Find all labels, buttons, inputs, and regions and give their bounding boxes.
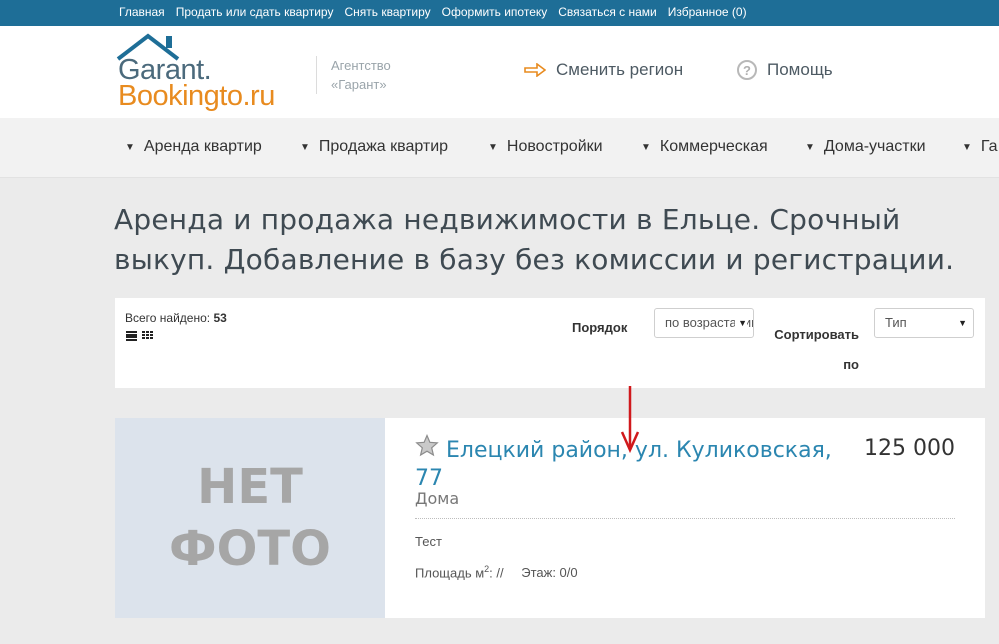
top-nav-favorites[interactable]: Избранное (0) bbox=[668, 5, 747, 19]
agency-line-2: «Гарант» bbox=[331, 77, 387, 92]
top-nav-rent[interactable]: Снять квартиру bbox=[344, 5, 430, 19]
area-label: Площадь м bbox=[415, 565, 485, 581]
view-switcher bbox=[126, 331, 153, 341]
results-count-label: Всего найдено: bbox=[125, 311, 211, 325]
top-nav-home[interactable]: Главная bbox=[119, 5, 165, 19]
results-count-value: 53 bbox=[213, 311, 227, 325]
top-nav-contact[interactable]: Связаться с нами bbox=[558, 5, 656, 19]
header-divider bbox=[316, 56, 317, 94]
site-header: Garant. Bookingto.ru Агентство «Гарант» … bbox=[0, 26, 999, 118]
nav-item-label: Коммерческая bbox=[659, 138, 768, 155]
nav-item-commercial[interactable]: ▼ Коммерческая bbox=[641, 138, 768, 156]
chevron-down-icon: ▼ bbox=[300, 141, 310, 153]
arrow-right-icon bbox=[524, 63, 546, 77]
results-count: Всего найдено: 53 bbox=[125, 311, 227, 325]
listing-divider bbox=[415, 518, 955, 519]
floor-info: Этаж: 0/0 bbox=[521, 565, 578, 581]
caret-down-icon: ▼ bbox=[955, 318, 967, 328]
main-nav: ▼ Аренда квартир ▼ Продажа квартир ▼ Нов… bbox=[0, 118, 999, 178]
nav-item-label: Продажа квартир bbox=[318, 138, 449, 155]
top-nav-mortgage[interactable]: Оформить ипотеку bbox=[442, 5, 548, 19]
help-label: Помощь bbox=[767, 60, 833, 79]
logo-text-bottom: Bookingto.ru bbox=[118, 80, 275, 112]
chevron-down-icon: ▼ bbox=[488, 141, 498, 153]
no-photo-text-1: НЕТ bbox=[197, 459, 303, 515]
listing-card: НЕТ ФОТО Елецкий район, ул. Куликовская,… bbox=[115, 418, 985, 618]
change-region-link[interactable]: Сменить регион bbox=[524, 60, 683, 80]
sort-type-value: Тип bbox=[885, 315, 907, 330]
nav-item-rent-apartments[interactable]: ▼ Аренда квартир bbox=[125, 138, 262, 156]
change-region-label: Сменить регион bbox=[556, 60, 684, 79]
nav-item-houses-plots[interactable]: ▼ Дома-участки bbox=[805, 138, 926, 156]
annotation-arrow-icon bbox=[620, 386, 640, 454]
area-value: : // bbox=[489, 565, 504, 581]
top-nav-sell[interactable]: Продать или сдать квартиру bbox=[176, 5, 334, 19]
listing-type: Дома bbox=[415, 489, 460, 508]
help-link[interactable]: ? Помощь bbox=[737, 60, 833, 80]
sort-type-select[interactable]: Тип ▼ bbox=[874, 308, 974, 338]
nav-item-garages[interactable]: ▼ Га bbox=[962, 138, 998, 156]
listing-meta: Площадь м2: // Этаж: 0/0 bbox=[415, 564, 578, 580]
agency-line-1: Агентство bbox=[331, 58, 391, 73]
nav-item-label: Дома-участки bbox=[823, 138, 926, 155]
page-title: Аренда и продажа недвижимости в Ельце. С… bbox=[114, 203, 955, 276]
order-label: Порядок bbox=[572, 320, 628, 335]
question-circle-icon: ? bbox=[737, 60, 757, 80]
grid-view-icon[interactable] bbox=[142, 331, 153, 341]
nav-item-sale-apartments[interactable]: ▼ Продажа квартир bbox=[300, 138, 448, 156]
nav-item-label: Га bbox=[980, 138, 998, 155]
order-select[interactable]: по возрастанию ▼ bbox=[654, 308, 754, 338]
chevron-down-icon: ▼ bbox=[805, 141, 815, 153]
nav-item-label: Аренда квартир bbox=[143, 138, 262, 155]
chevron-down-icon: ▼ bbox=[125, 141, 135, 153]
list-view-icon[interactable] bbox=[126, 331, 137, 341]
nav-item-label: Новостройки bbox=[506, 138, 603, 155]
results-toolbar: Всего найдено: 53 Порядок по возрастанию… bbox=[115, 298, 985, 388]
top-bar: Главная Продать или сдать квартиру Снять… bbox=[0, 0, 999, 26]
listing-price: 125 000 bbox=[864, 436, 955, 461]
site-logo[interactable]: Garant. Bookingto.ru bbox=[114, 32, 294, 112]
top-nav: Главная Продать или сдать квартиру Снять… bbox=[119, 5, 758, 19]
nav-item-new-buildings[interactable]: ▼ Новостройки bbox=[488, 138, 603, 156]
listing-description: Тест bbox=[415, 534, 442, 549]
caret-down-icon: ▼ bbox=[735, 318, 747, 328]
chevron-down-icon: ▼ bbox=[641, 141, 651, 153]
no-photo-text-2: ФОТО bbox=[169, 521, 331, 577]
no-photo-placeholder[interactable]: НЕТ ФОТО bbox=[115, 418, 385, 618]
agency-name: Агентство «Гарант» bbox=[331, 56, 391, 94]
chevron-down-icon: ▼ bbox=[962, 141, 972, 153]
sort-by-label: Сортировать по bbox=[774, 327, 859, 372]
